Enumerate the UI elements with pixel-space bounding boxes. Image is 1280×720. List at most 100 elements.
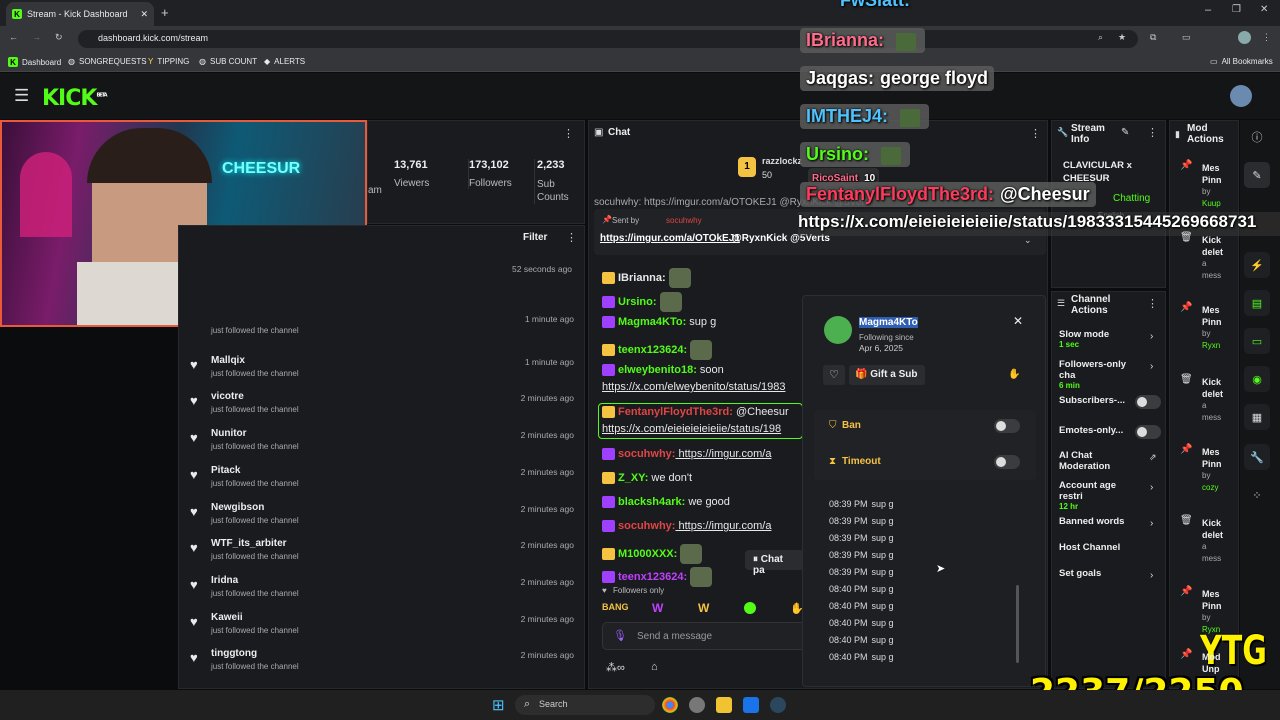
user-card-close-icon[interactable]: ✕ (1013, 314, 1023, 328)
chevron-down-icon[interactable]: ⌄ (1024, 235, 1032, 246)
chat-menu-icon[interactable]: ⋮ (1030, 127, 1041, 140)
external-icon[interactable]: ⇗ (1149, 452, 1157, 463)
steam-taskbar-icon[interactable] (770, 697, 786, 713)
minimize-icon[interactable]: – (1205, 4, 1211, 16)
emote-green-icon[interactable] (744, 602, 756, 614)
browser-tab[interactable]: K Stream - Kick Dashboard ✕ (6, 2, 154, 26)
maximize-icon[interactable]: ❐ (1232, 4, 1241, 15)
emote-w-yellow-icon[interactable]: W (698, 601, 709, 615)
chat-text[interactable]: https://imgur.com/a (675, 448, 772, 460)
info-icon[interactable]: ⓘ (1244, 124, 1270, 150)
follower-name[interactable]: vicotre (211, 391, 244, 402)
layout-icon[interactable]: ▦ (1244, 404, 1270, 430)
tools-icon[interactable]: 🔧 (1244, 444, 1270, 470)
chat-username[interactable]: Magma4KTo: (618, 316, 686, 328)
emote-w-purple-icon[interactable]: W (652, 601, 663, 615)
follower-name[interactable]: tinggtong (211, 648, 257, 659)
window-close-icon[interactable]: ✕ (1260, 4, 1268, 15)
channel-action-3[interactable]: Emotes-only... (1059, 425, 1161, 439)
chat-username[interactable]: teenx123624: (618, 571, 687, 583)
chat-username[interactable]: socuhwhy: (618, 520, 675, 532)
bookmark-songrequests[interactable]: ◍ SONGREQUESTS (68, 57, 147, 66)
chat-username[interactable]: socuhwhy: (618, 448, 675, 460)
chat-username[interactable]: elweybenito18: (618, 364, 697, 376)
user-avatar[interactable] (1230, 85, 1252, 107)
chevron-right-icon[interactable]: › (1150, 570, 1153, 581)
all-bookmarks[interactable]: ▭ All Bookmarks (1210, 57, 1273, 66)
chat-store-icon[interactable]: ⌂ (651, 661, 658, 673)
bookmark-alerts[interactable]: ◆ ALERTS (264, 57, 305, 66)
extensions-icon[interactable]: ⧉ (1150, 32, 1156, 43)
star-icon[interactable]: ★ (1118, 32, 1126, 43)
chat-input[interactable]: 🎙 Send a message (602, 622, 807, 650)
chat-text[interactable]: https://x.com/elweybenito/status/1983 (602, 381, 785, 393)
stream-info-menu-icon[interactable]: ⋮ (1147, 126, 1158, 139)
follower-name[interactable]: Iridna (211, 575, 238, 586)
channel-action-8[interactable]: Set goals › (1059, 568, 1159, 581)
channel-toggle[interactable] (1135, 395, 1161, 409)
chrome-taskbar-icon[interactable] (662, 697, 678, 713)
follower-name[interactable]: Nunitor (211, 428, 247, 439)
channel-action-6[interactable]: Banned words › (1059, 516, 1159, 529)
chevron-right-icon[interactable]: › (1150, 331, 1153, 342)
channel-action-2[interactable]: Subscribers-... (1059, 395, 1161, 409)
lightning-icon[interactable]: ⚡ (1244, 252, 1270, 278)
chat-settings-icon[interactable]: ⁂∞ (606, 661, 625, 674)
follower-name[interactable]: WTF_its_arbiter (211, 538, 287, 549)
back-icon[interactable]: ← (9, 32, 18, 42)
document-icon[interactable]: ▤ (1244, 290, 1270, 316)
follower-name[interactable]: Mallqix (211, 355, 245, 366)
follower-name[interactable]: Kaweii (211, 612, 243, 623)
chat-paused-button[interactable]: ⏸ Chat pa (745, 550, 805, 576)
gift-sub-button[interactable]: 🎁 Gift a Sub (849, 365, 925, 385)
chat-username[interactable]: IBrianna: (618, 272, 666, 284)
timeout-toggle[interactable] (994, 455, 1020, 469)
pinned-link[interactable]: https://imgur.com/a/OTOkEJ1 (600, 233, 740, 244)
chat-text[interactable]: https://x.com/eieieieieieiie/status/198 (602, 423, 781, 435)
channel-action-0[interactable]: Slow mode 1 sec › (1059, 329, 1159, 349)
chat-icon[interactable]: ▭ (1244, 328, 1270, 354)
activity-menu-icon[interactable]: ⋮ (566, 231, 577, 244)
follow-heart-button[interactable]: ♡ (823, 365, 845, 385)
chevron-right-icon[interactable]: › (1150, 518, 1153, 529)
mail-taskbar-icon[interactable] (743, 697, 759, 713)
edit-pencil-icon[interactable]: ✎ (1121, 127, 1129, 138)
chat-username[interactable]: Ursino: (618, 296, 657, 308)
broadcast-icon[interactable]: ◉ (1244, 366, 1270, 392)
tab-close-icon[interactable]: ✕ (140, 9, 148, 20)
chat-username[interactable]: teenx123624: (618, 344, 687, 356)
channel-action-1[interactable]: Followers-only cha 6 min › (1059, 359, 1159, 390)
channel-toggle[interactable] (1135, 425, 1161, 439)
windows-start-icon[interactable]: ⊞ (492, 696, 505, 714)
zoom-icon[interactable]: ⌕ (1098, 32, 1103, 43)
chevron-right-icon[interactable]: › (1150, 482, 1153, 493)
channel-action-4[interactable]: AI Chat Moderation ⇗ (1059, 450, 1159, 472)
mod-hand-icon[interactable]: ✋ (1008, 369, 1020, 380)
menu-kebab-icon[interactable]: ⋮ (1262, 32, 1271, 43)
ban-toggle[interactable] (994, 419, 1020, 433)
hamburger-menu-icon[interactable]: ☰ (14, 86, 29, 106)
chat-username[interactable]: M1000XXX: (618, 548, 677, 560)
channel-menu-icon[interactable]: ⋮ (1147, 297, 1158, 310)
url-field[interactable]: dashboard.kick.com/stream (78, 30, 1138, 48)
stats-menu-icon[interactable]: ⋮ (563, 127, 574, 140)
kick-logo[interactable]: KICKBETA (42, 86, 108, 111)
chat-username[interactable]: blacksh4ark: (618, 496, 685, 508)
user-card-name[interactable]: Magma4KTo (859, 317, 918, 328)
bookmark-tipping[interactable]: Y TIPPING (148, 57, 189, 66)
channel-action-7[interactable]: Host Channel (1059, 542, 1159, 553)
apps-icon[interactable]: ⁘ (1244, 482, 1270, 508)
taskbar-search[interactable]: ⌕ Search (515, 695, 655, 715)
log-scrollbar[interactable] (1016, 585, 1019, 663)
emote-bang-icon[interactable]: BANG (602, 602, 629, 612)
chevron-right-icon[interactable]: › (1150, 361, 1153, 372)
pencil-icon[interactable]: ✎ (1244, 162, 1270, 188)
channel-action-5[interactable]: Account age restri 12 hr › (1059, 480, 1159, 511)
forward-icon[interactable]: → (32, 32, 41, 42)
chat-username[interactable]: FentanylFloydThe3rd: (618, 406, 733, 418)
sidepanel-icon[interactable]: ▭ (1182, 32, 1191, 43)
chrome-alt-taskbar-icon[interactable] (689, 697, 705, 713)
follower-name[interactable]: Pitack (211, 465, 240, 476)
filter-button[interactable]: Filter (523, 232, 547, 243)
profile-avatar[interactable] (1238, 31, 1251, 44)
